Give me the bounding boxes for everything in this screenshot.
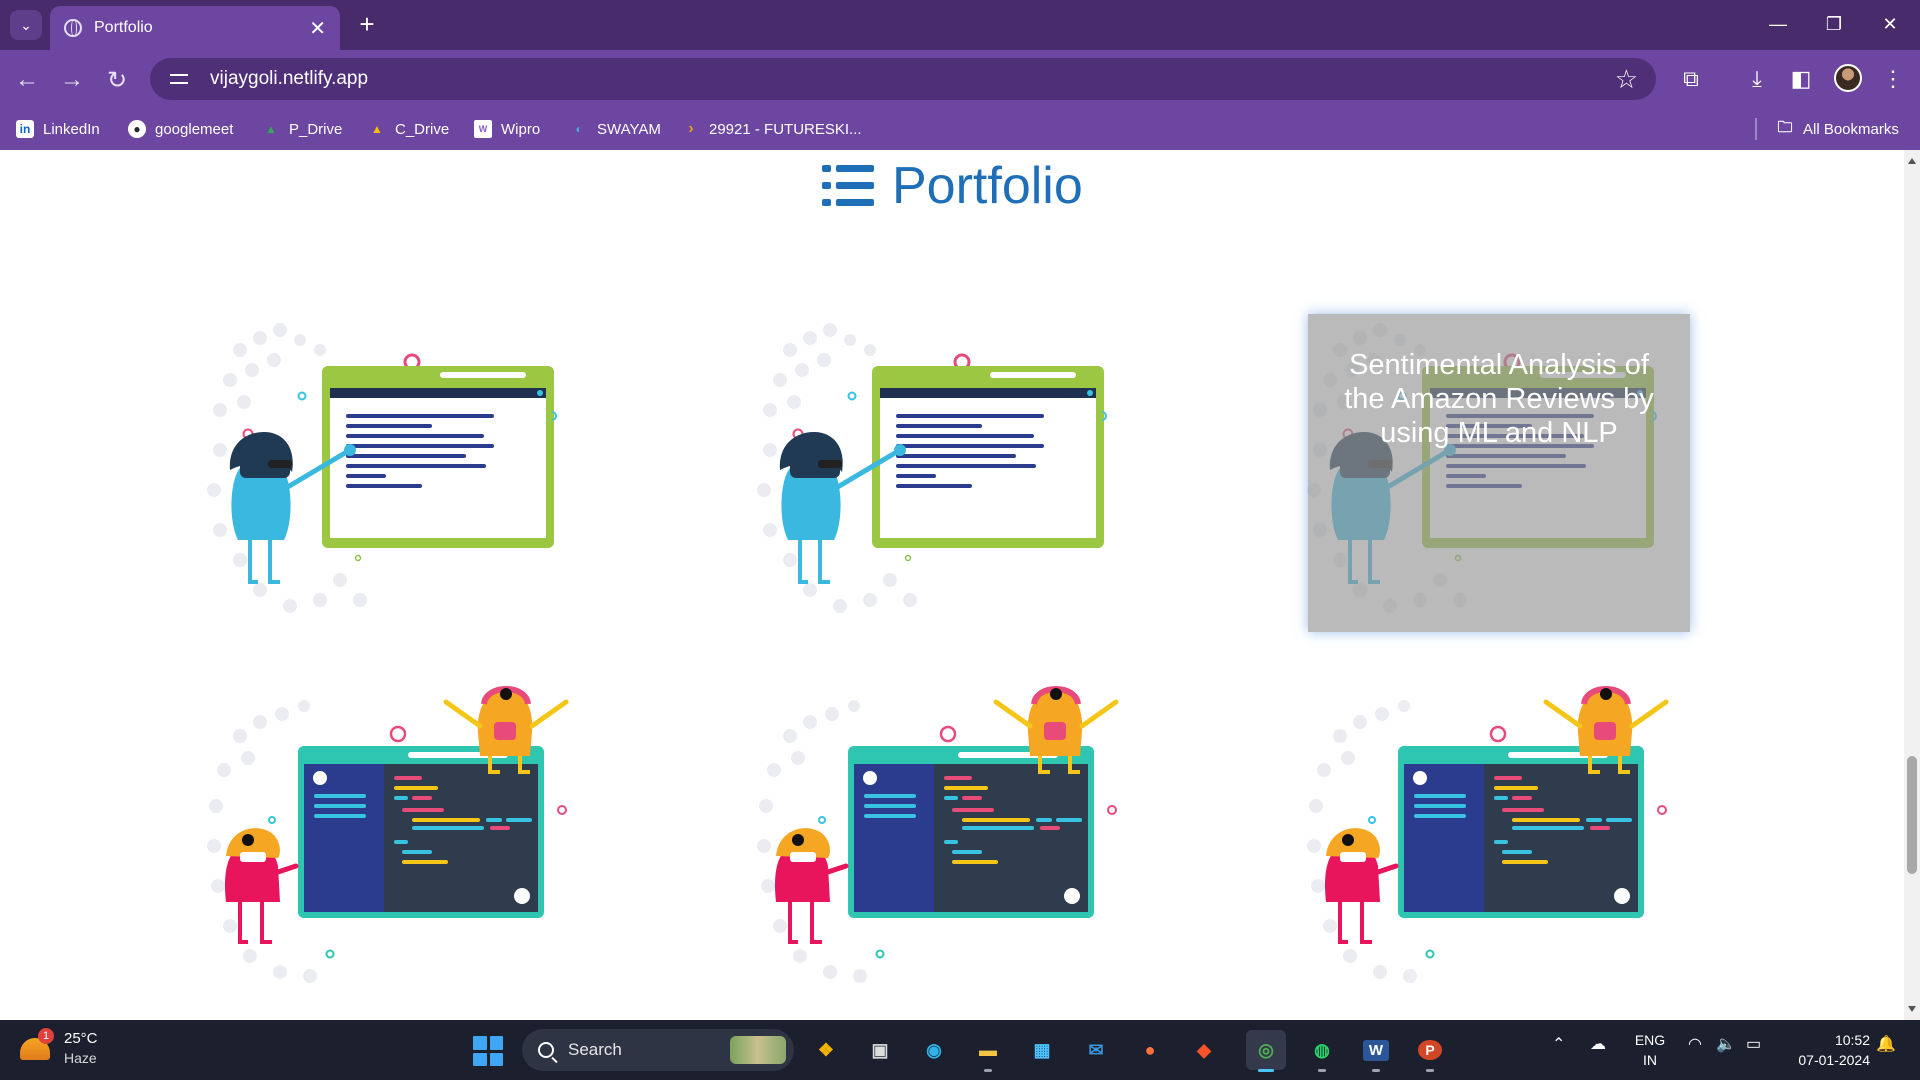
forward-button[interactable]: → [55,63,89,97]
tab-close-icon[interactable]: ✕ [309,16,326,41]
scroll-thumb[interactable] [1907,756,1917,874]
copilot-app-icon[interactable]: ❖ [806,1030,846,1070]
bookmark-swayam[interactable]: ◐ SWAYAM [570,117,661,141]
edge-icon[interactable]: ◉ [914,1030,954,1070]
portfolio-card-4[interactable] [200,676,580,992]
extensions-icon[interactable]: ⧉ [1674,62,1708,96]
store-icon[interactable]: ▦ [1022,1030,1062,1070]
hover-overlay[interactable]: Sentimental Analysis of the Amazon Revie… [1308,314,1690,632]
bookmarks-bar: in LinkedIn ● googlemeet ▲ P_Drive ▲ C_D… [0,108,1920,150]
wipro-icon: W [474,120,492,138]
globe-icon [64,19,82,37]
swayam-icon: ◐ [575,122,583,136]
volume-icon[interactable]: 🔈 [1716,1034,1736,1054]
list-icon [822,165,874,207]
project-title: Sentimental Analysis of the Amazon Revie… [1344,349,1654,449]
all-bookmarks-button[interactable]: 🗀 All Bookmarks [1776,117,1898,141]
brave-icon[interactable]: ◆ [1184,1030,1224,1070]
presentation-illustration [757,323,1107,613]
chevron-icon: › [688,120,694,137]
address-bar[interactable]: vijaygoli.netlify.app ☆ [150,58,1656,100]
new-tab-button[interactable]: + [352,10,382,40]
chevron-up-icon[interactable]: ⌃ [1552,1034,1565,1054]
section-heading: Portfolio [822,156,1083,216]
site-info-icon[interactable] [170,71,192,87]
windows-taskbar: 1 25°C Haze Search ❖ ▣ ◉ ▬ ▦ ✉ ● ◆ ◎ ◍ W… [0,1020,1920,1080]
firefox-icon[interactable]: ● [1130,1030,1170,1070]
weather-desc: Haze [64,1050,97,1066]
notification-badge: 1 [38,1028,54,1044]
page-content: Portfolio Sentimental Analysis of the Am… [0,150,1904,1020]
lang-region: IN [1643,1052,1657,1068]
chrome-icon[interactable]: ◎ [1246,1030,1286,1072]
tab-title: Portfolio [94,19,153,36]
portfolio-card-1[interactable] [200,310,580,626]
back-button[interactable]: ← [10,63,44,97]
linkedin-icon: in [16,120,34,138]
coding-illustration [1307,686,1669,983]
powerpoint-icon[interactable]: P [1410,1030,1450,1072]
menu-icon[interactable]: ⋮ [1876,62,1910,96]
scroll-up-arrow[interactable] [1908,158,1916,164]
bookmark-futureskills[interactable]: › 29921 - FUTURESKI... [682,117,861,141]
tab-search-button[interactable]: ⌄ [10,10,42,40]
bookmark-star-icon[interactable]: ☆ [1615,64,1638,95]
portfolio-card-5[interactable] [750,676,1130,992]
lang-code: ENG [1634,1032,1666,1048]
notification-bell-icon[interactable]: 🔔 [1876,1034,1896,1054]
wifi-icon[interactable]: ◠ [1688,1034,1702,1054]
clock-date: 07-01-2024 [1798,1052,1870,1068]
task-view-icon[interactable]: ▣ [860,1030,900,1070]
coding-illustration [757,686,1119,983]
address-url: vijaygoli.netlify.app [210,68,369,89]
whatsapp-icon[interactable]: ◍ [1302,1030,1342,1072]
page-title: Portfolio [892,157,1083,215]
browser-titlebar: ⌄ Portfolio ✕ + — ❐ ✕ [0,0,1920,50]
profile-avatar[interactable] [1834,64,1862,92]
coding-illustration [207,686,569,983]
bookmarks-divider [1755,118,1757,140]
bookmark-googlemeet[interactable]: ● googlemeet [128,117,233,141]
github-icon: ● [128,120,146,138]
start-button[interactable] [473,1036,503,1066]
search-placeholder: Search [568,1040,622,1059]
weather-temp: 25°C [64,1030,98,1047]
restore-button[interactable]: ❐ [1806,6,1862,42]
minimize-button[interactable]: — [1750,6,1806,42]
search-highlight-image [730,1036,786,1064]
clock-time: 10:52 [1834,1032,1870,1048]
bookmark-c-drive[interactable]: ▲ C_Drive [368,117,449,141]
taskbar-search[interactable]: Search [522,1029,794,1071]
onedrive-icon[interactable]: ☁ [1590,1034,1606,1054]
search-icon [538,1042,554,1058]
file-explorer-icon[interactable]: ▬ [968,1030,1008,1072]
window-close-button[interactable]: ✕ [1862,6,1918,42]
battery-icon[interactable]: ▭ [1746,1034,1761,1054]
drive-icon: ▲ [371,122,383,136]
bookmark-linkedin[interactable]: in LinkedIn [16,117,100,141]
tab-portfolio[interactable]: Portfolio ✕ [50,6,340,50]
bookmark-wipro[interactable]: W Wipro [474,117,540,141]
bookmark-p-drive[interactable]: ▲ P_Drive [262,117,342,141]
page-scrollbar[interactable] [1904,150,1920,1020]
drive-icon: ▲ [265,122,277,136]
portfolio-card-6[interactable] [1300,676,1680,992]
mail-icon[interactable]: ✉ [1076,1030,1116,1070]
scroll-down-arrow[interactable] [1908,1006,1916,1012]
download-icon[interactable]: ⤓ [1740,62,1774,96]
weather-widget[interactable]: 1 25°C Haze [20,1028,140,1072]
browser-toolbar: ← → ↻ vijaygoli.netlify.app ☆ ⧉ ⤓ ◧ ⋮ [0,50,1920,108]
word-icon[interactable]: W [1356,1030,1396,1072]
language-indicator[interactable]: ENG IN [1633,1030,1667,1070]
portfolio-card-2[interactable] [750,310,1130,626]
reload-button[interactable]: ↻ [100,63,134,97]
clock[interactable]: 10:52 07-01-2024 [1780,1030,1870,1070]
side-panel-icon[interactable]: ◧ [1784,62,1818,96]
folder-icon: 🗀 [1777,118,1793,136]
presentation-illustration [207,323,557,613]
